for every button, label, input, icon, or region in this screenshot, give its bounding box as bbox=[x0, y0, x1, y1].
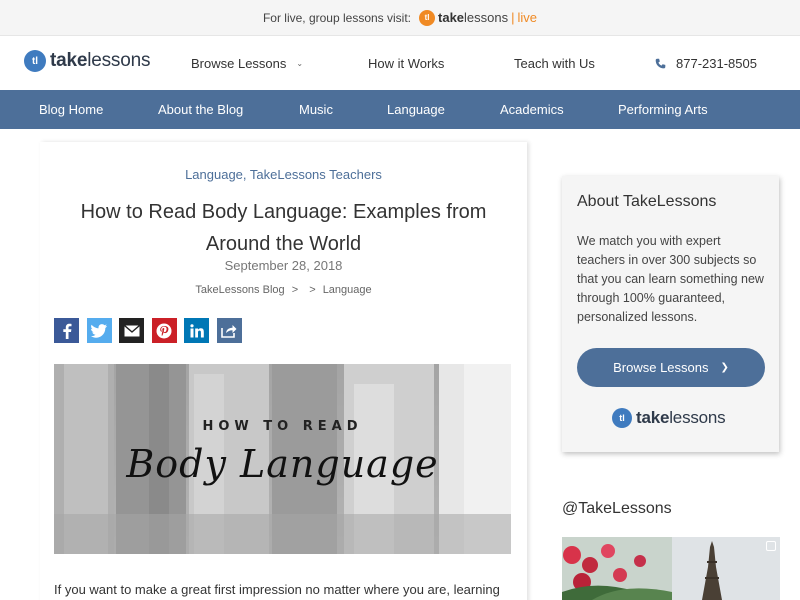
article-title: How to Read Body Language: Examples from… bbox=[80, 201, 487, 255]
breadcrumb: TakeLessons Blog > > Language bbox=[40, 284, 527, 296]
browse-lessons-label: Browse Lessons bbox=[191, 55, 287, 71]
category-link-teachers[interactable]: TakeLessons Teachers bbox=[250, 167, 382, 182]
about-description: We match you with expert teachers in ove… bbox=[577, 234, 764, 324]
category-link-language[interactable]: Language bbox=[185, 167, 243, 182]
nav-blog-home[interactable]: Blog Home bbox=[39, 90, 103, 129]
share-more-button[interactable] bbox=[216, 318, 242, 343]
share-facebook-button[interactable] bbox=[54, 318, 79, 343]
teach-with-us-label: Teach with Us bbox=[514, 55, 595, 71]
article-card: Language, TakeLessons Teachers How to Re… bbox=[40, 142, 527, 600]
chevron-down-icon: ⌄ bbox=[296, 58, 304, 68]
about-logo-wordmark: takelessons bbox=[636, 408, 726, 427]
logo-wordmark: takelessons bbox=[50, 50, 151, 71]
phone-number: 877-231-8505 bbox=[676, 55, 757, 71]
live-separator: | bbox=[511, 10, 515, 25]
takelessons-logo-icon: tl bbox=[612, 408, 632, 428]
blog-category-nav: Blog Home About the Blog Music Language … bbox=[0, 90, 800, 129]
email-icon bbox=[123, 324, 140, 336]
share-linkedin-button[interactable] bbox=[184, 318, 209, 343]
promo-text: For live, group lessons visit: bbox=[262, 10, 412, 25]
about-logo: tl takelessons bbox=[612, 408, 726, 428]
phone-link[interactable]: 877-231-8505 bbox=[655, 36, 757, 90]
site-header: tl takelessons Browse Lessons ⌄ How it W… bbox=[0, 36, 800, 90]
browse-lessons-button-label: Browse Lessons bbox=[613, 360, 709, 375]
linkedin-icon bbox=[189, 323, 204, 337]
browse-lessons-button[interactable]: Browse Lessons ❯ bbox=[577, 348, 765, 387]
hero-heading-small: HOW TO READ bbox=[202, 419, 363, 434]
share-pinterest-button[interactable] bbox=[151, 318, 177, 343]
live-label: live bbox=[517, 10, 538, 25]
share-twitter-button[interactable] bbox=[86, 318, 112, 343]
breadcrumb-blog-link[interactable]: TakeLessons Blog bbox=[195, 284, 284, 296]
hero-heading-script: Body Language bbox=[126, 442, 439, 486]
instagram-photo bbox=[562, 537, 780, 600]
takelessons-live-logo-icon: tl bbox=[419, 9, 436, 26]
nav-performing-arts[interactable]: Performing Arts bbox=[618, 90, 708, 129]
article-categories: Language, TakeLessons Teachers bbox=[40, 167, 527, 182]
article-date: September 28, 2018 bbox=[224, 258, 343, 273]
article-intro-text: If you want to make a great first impres… bbox=[54, 582, 500, 597]
browse-lessons-menu[interactable]: Browse Lessons ⌄ bbox=[191, 36, 303, 90]
nav-academics[interactable]: Academics bbox=[500, 90, 564, 129]
hero-image: HOW TO READ Body Language bbox=[54, 364, 511, 554]
pinterest-icon bbox=[156, 323, 172, 338]
breadcrumb-language-link[interactable]: Language bbox=[323, 284, 372, 296]
phone-icon bbox=[655, 58, 666, 68]
nav-music[interactable]: Music bbox=[299, 90, 333, 129]
how-it-works-label: How it Works bbox=[368, 55, 445, 71]
facebook-icon bbox=[62, 323, 71, 339]
promo-bar: For live, group lessons visit: tl takele… bbox=[0, 0, 800, 36]
takelessons-live-link[interactable]: tl takelessons | live bbox=[419, 9, 538, 26]
instagram-handle-title: @TakeLessons bbox=[562, 500, 672, 517]
gallery-icon bbox=[766, 541, 776, 551]
breadcrumb-separator: > bbox=[309, 284, 316, 296]
about-takelessons-widget: About TakeLessons We match you with expe… bbox=[562, 176, 779, 452]
category-separator: , bbox=[242, 167, 250, 182]
takelessons-live-brand: takelessons bbox=[438, 10, 509, 25]
share-buttons bbox=[54, 318, 249, 343]
site-logo[interactable]: tl takelessons bbox=[24, 50, 150, 72]
takelessons-logo-icon: tl bbox=[24, 50, 46, 72]
chevron-right-icon: ❯ bbox=[720, 362, 729, 373]
nav-language[interactable]: Language bbox=[387, 90, 445, 129]
teach-with-us-link[interactable]: Teach with Us bbox=[514, 36, 595, 90]
how-it-works-link[interactable]: How it Works bbox=[368, 36, 444, 90]
share-email-button[interactable] bbox=[119, 318, 144, 343]
share-icon bbox=[221, 324, 237, 338]
about-title: About TakeLessons bbox=[577, 193, 717, 210]
nav-about-the-blog[interactable]: About the Blog bbox=[158, 90, 243, 129]
twitter-icon bbox=[91, 323, 107, 338]
breadcrumb-separator: > bbox=[291, 284, 299, 296]
instagram-feed-image[interactable] bbox=[562, 537, 780, 600]
